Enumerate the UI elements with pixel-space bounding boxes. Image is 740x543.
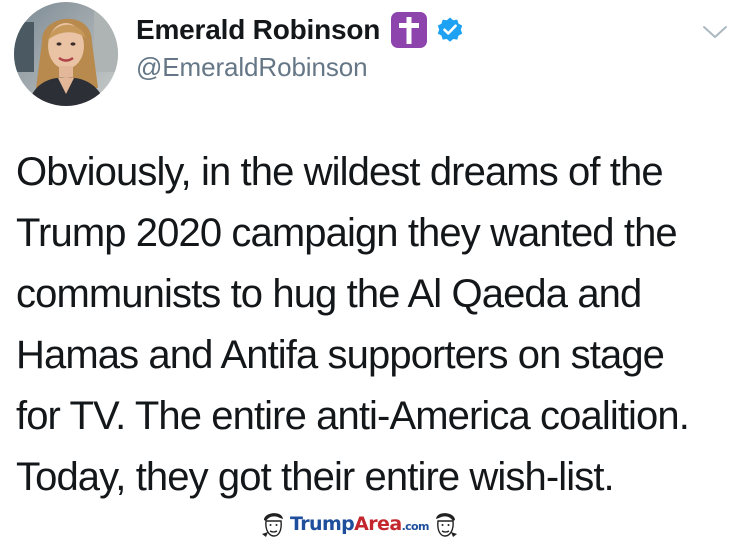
- avatar[interactable]: [14, 2, 118, 106]
- tweet-line: communists to hug the Al Qaeda and: [16, 272, 642, 316]
- watermark-part: .com: [401, 520, 430, 533]
- tweet-line: Hamas and Antifa supporters on stage: [16, 333, 665, 377]
- chevron-down-icon[interactable]: [700, 20, 730, 44]
- handle[interactable]: @EmeraldRobinson: [136, 52, 464, 83]
- latin-cross-icon: [390, 11, 428, 49]
- watermark-part: Trump: [290, 513, 355, 535]
- tweet-card: Emerald Robinson @EmeraldRobinson Obviou…: [0, 0, 740, 540]
- trump-face-icon: [260, 510, 286, 538]
- tweet-text: Obviously, in the wildest dreams of the …: [16, 142, 731, 508]
- tweet-line: Obviously, in the wildest dreams of the: [16, 150, 664, 194]
- trump-face-icon: [433, 510, 459, 538]
- tweet-line: Today, they got their entire wish-list.: [16, 455, 615, 499]
- author-block: Emerald Robinson @EmeraldRobinson: [136, 8, 464, 88]
- verified-badge-icon: [436, 16, 464, 44]
- watermark: TrumpArea.com: [260, 509, 485, 539]
- name-row: Emerald Robinson: [136, 8, 464, 52]
- tweet-line: for TV. The entire anti-America coalitio…: [16, 394, 690, 438]
- tweet-line: Trump 2020 campaign they wanted the: [16, 211, 678, 255]
- display-name[interactable]: Emerald Robinson: [136, 14, 380, 46]
- watermark-text: TrumpArea.com: [290, 513, 429, 535]
- watermark-part: Area: [354, 513, 402, 535]
